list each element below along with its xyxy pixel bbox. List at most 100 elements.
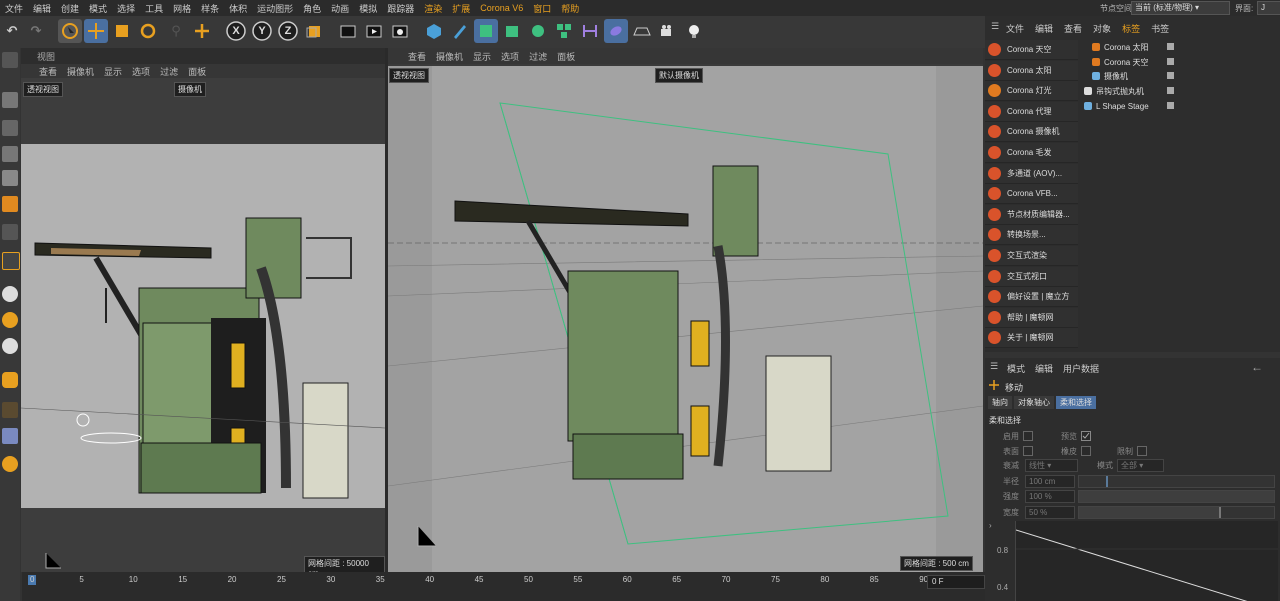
visibility-toggle[interactable] xyxy=(1167,102,1174,109)
make-editable-icon[interactable] xyxy=(2,52,18,68)
scale-tool-icon[interactable] xyxy=(110,19,134,43)
viewport-menu-item[interactable]: 选项 xyxy=(501,50,519,63)
object-name[interactable]: Corona 太阳 xyxy=(1104,42,1148,53)
corona-menu-item[interactable]: 转换场景... xyxy=(985,225,1078,246)
field-icon[interactable] xyxy=(604,19,628,43)
viewport-menu-item[interactable]: 选项 xyxy=(132,65,150,78)
undo-icon[interactable]: ↶ xyxy=(0,19,24,43)
rubber-checkbox[interactable] xyxy=(1081,446,1091,456)
workplane-icon[interactable] xyxy=(2,338,18,354)
corona-menu-item[interactable]: 节点材质编辑器... xyxy=(985,204,1078,225)
axis-z-button[interactable]: Z xyxy=(276,19,300,43)
model-mode-icon[interactable] xyxy=(2,92,18,108)
recent-tool-icon[interactable]: ⚲ xyxy=(164,19,188,43)
corona-menu-item[interactable]: 多通道 (AOV)... xyxy=(985,163,1078,184)
add-tool-icon[interactable] xyxy=(190,19,214,43)
bodypaint-icon[interactable] xyxy=(2,456,18,472)
menu-item[interactable]: 帮助 xyxy=(556,2,584,15)
render-icon[interactable] xyxy=(362,19,386,43)
strength-slider[interactable] xyxy=(1078,490,1275,503)
radius-slider[interactable] xyxy=(1078,475,1275,488)
object-row[interactable]: 吊钩式抛丸机 xyxy=(1080,84,1280,98)
menu-item[interactable]: 角色 xyxy=(298,2,326,15)
node-space-select[interactable]: 当前 (标准/物理) ▾ xyxy=(1131,1,1230,15)
viewport-menu-item[interactable]: 查看 xyxy=(39,65,57,78)
timeline[interactable]: 0 5 10 15 20 25 30 35 40 45 50 55 60 65 70 75 80 85 90 0 F xyxy=(22,572,985,601)
magnet-icon[interactable] xyxy=(2,372,18,388)
enable-checkbox[interactable] xyxy=(1023,431,1033,441)
object-row[interactable]: Corona 太阳 xyxy=(1080,40,1280,54)
hamburger-icon[interactable]: ☰ xyxy=(991,21,999,32)
edges-mode-icon[interactable] xyxy=(2,170,18,186)
menu-item[interactable]: 模式 xyxy=(84,2,112,15)
visibility-toggle[interactable] xyxy=(1167,72,1174,79)
width-field[interactable]: 50 % xyxy=(1025,506,1075,519)
move-tool-icon[interactable] xyxy=(84,19,108,43)
points-mode-icon[interactable] xyxy=(2,146,18,162)
object-row[interactable]: L Shape Stage xyxy=(1080,99,1280,113)
cube-icon[interactable] xyxy=(422,19,446,43)
strength-field[interactable]: 100 % xyxy=(1025,490,1075,503)
menu-item[interactable]: 编辑 xyxy=(28,2,56,15)
visibility-toggle[interactable] xyxy=(1167,58,1174,65)
menu-item[interactable]: 跟踪器 xyxy=(382,2,419,15)
visibility-toggle[interactable] xyxy=(1167,87,1174,94)
object-manager-menu-item[interactable]: 书签 xyxy=(1151,22,1169,36)
rotate-tool-icon[interactable] xyxy=(136,19,160,43)
viewport-right-canvas[interactable] xyxy=(388,66,983,572)
attribute-menu-item[interactable]: 模式 xyxy=(1007,362,1025,375)
attribute-menu-item[interactable]: 用户数据 xyxy=(1063,362,1099,375)
extrude-icon[interactable] xyxy=(500,19,524,43)
snap-icon[interactable] xyxy=(2,286,18,302)
limit-checkbox[interactable] xyxy=(1137,446,1147,456)
coordinate-system-icon[interactable] xyxy=(302,19,326,43)
viewport-menu-item[interactable]: 显示 xyxy=(104,65,122,78)
subdivision-icon[interactable] xyxy=(474,19,498,43)
back-arrow-icon[interactable]: ← xyxy=(1251,360,1263,374)
preview-checkbox[interactable] xyxy=(1081,431,1091,441)
object-row[interactable]: Corona 天空 xyxy=(1080,55,1280,69)
corona-menu-item[interactable]: Corona 摄像机 xyxy=(985,122,1078,143)
snap-settings-icon[interactable] xyxy=(2,312,18,328)
texture-mode-icon[interactable] xyxy=(2,120,18,136)
menu-item[interactable]: 工具 xyxy=(140,2,168,15)
menu-item[interactable]: 窗口 xyxy=(528,2,556,15)
viewport-menu-item[interactable]: 查看 xyxy=(408,50,426,63)
floor-icon[interactable] xyxy=(630,19,654,43)
menu-item[interactable]: 文件 xyxy=(0,2,28,15)
corona-menu-item[interactable]: Corona 太阳 xyxy=(985,60,1078,81)
menu-item[interactable]: 样条 xyxy=(196,2,224,15)
attr-hamburger-icon[interactable]: ☰ xyxy=(990,361,998,372)
sculpt-icon[interactable] xyxy=(2,402,18,418)
menu-item[interactable]: Corona V6 xyxy=(475,3,528,13)
viewport-menu-item[interactable]: 过滤 xyxy=(160,65,178,78)
viewport-menu-item[interactable]: 面板 xyxy=(557,50,575,63)
polygons-mode-icon[interactable] xyxy=(2,196,18,212)
attribute-tab[interactable]: 轴向 xyxy=(988,396,1012,409)
object-manager-menu-item[interactable]: 对象 xyxy=(1093,22,1111,36)
object-name[interactable]: 吊钩式抛丸机 xyxy=(1096,86,1144,97)
corona-menu-item[interactable]: 交互式视口 xyxy=(985,266,1078,287)
axis-x-button[interactable]: X xyxy=(224,19,248,43)
radius-field[interactable]: 100 cm xyxy=(1025,475,1075,488)
render-view-icon[interactable] xyxy=(336,19,360,43)
object-name[interactable]: 摄像机 xyxy=(1104,71,1128,82)
attribute-menu-item[interactable]: 编辑 xyxy=(1035,362,1053,375)
falloff-graph[interactable] xyxy=(1015,521,1278,601)
object-manager-menu-item[interactable]: 编辑 xyxy=(1035,22,1053,36)
viewport-menu-item[interactable]: 摄像机 xyxy=(436,50,463,63)
corona-menu-item[interactable]: Corona VFB... xyxy=(985,184,1078,205)
corona-menu-item[interactable]: 帮助 | 魔顿网 xyxy=(985,307,1078,328)
current-frame-field[interactable]: 0 F xyxy=(927,575,985,589)
menu-item[interactable]: 体积 xyxy=(224,2,252,15)
menu-item[interactable]: 创建 xyxy=(56,2,84,15)
viewport-menu-item[interactable]: 过滤 xyxy=(529,50,547,63)
menu-item[interactable]: 动画 xyxy=(326,2,354,15)
viewport-menu-item[interactable]: 面板 xyxy=(188,65,206,78)
mograph-icon[interactable] xyxy=(552,19,576,43)
object-name[interactable]: Corona 天空 xyxy=(1104,57,1148,68)
corona-menu-item[interactable]: Corona 代理 xyxy=(985,101,1078,122)
menu-item[interactable]: 网格 xyxy=(168,2,196,15)
corona-menu-item[interactable]: 交互式渲染 xyxy=(985,246,1078,266)
viewport-left-camera-label[interactable]: 摄像机 xyxy=(174,82,206,97)
